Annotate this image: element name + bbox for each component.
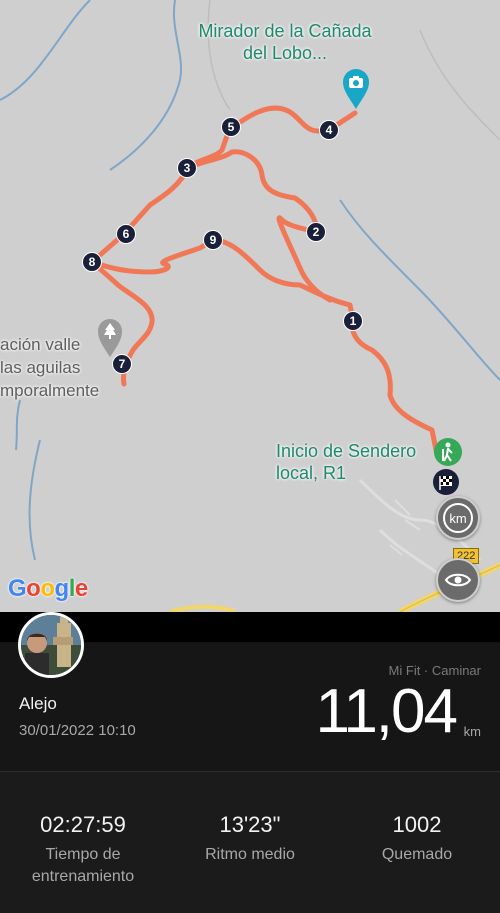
waypoint-marker-6[interactable]: 6 — [116, 224, 136, 244]
road — [389, 499, 421, 556]
distance-unit: km — [463, 724, 481, 739]
stat-pace: 13'23" Ritmo medio — [167, 812, 333, 866]
km-toggle-button[interactable]: km — [436, 496, 480, 540]
waypoint-marker-4[interactable]: 4 — [319, 120, 339, 140]
distance-value: 11,04 — [315, 677, 458, 746]
stat-pace-label: Ritmo medio — [205, 846, 295, 863]
poi-valle-text: ación valle las aguilas mporalmente — [0, 335, 100, 400]
google-logo-e: e — [74, 575, 88, 602]
google-logo-o2: o — [40, 575, 55, 602]
stream — [28, 439, 41, 561]
avatar[interactable] — [18, 612, 84, 678]
waypoint-marker-5[interactable]: 5 — [221, 117, 241, 137]
poi-valle-label[interactable]: ación valle las aguilas mporalmente — [0, 311, 99, 402]
stream — [0, 0, 91, 101]
waypoint-marker-8[interactable]: 8 — [82, 252, 102, 272]
user-name: Alejo — [19, 694, 57, 713]
stat-calories: 1002 Quemado — [334, 812, 500, 866]
stream — [339, 199, 500, 381]
stat-calories-label: Quemado — [381, 846, 453, 863]
waypoint-marker-7[interactable]: 7 — [112, 354, 132, 374]
google-logo-g2: g — [54, 575, 70, 602]
km-label: km — [443, 503, 473, 533]
waypoint-marker-1[interactable]: 1 — [343, 311, 363, 331]
camera-icon[interactable] — [342, 68, 370, 110]
hiker-icon[interactable] — [433, 437, 463, 467]
waypoint-marker-9[interactable]: 9 — [203, 230, 223, 250]
stat-duration-value: 02:27:59 — [40, 812, 126, 837]
road — [378, 528, 441, 577]
map-view[interactable]: 1 2 3 4 5 6 7 8 9 Mirador de la Cañada del Lobo.… — [0, 0, 500, 612]
stats-row: 02:27:59 Tiempo de entrenamiento 13'23" … — [0, 772, 500, 913]
tree-icon[interactable] — [97, 318, 123, 358]
google-logo: Google — [8, 575, 88, 603]
google-logo-g: G — [8, 575, 27, 602]
stat-calories-value: 1002 — [392, 812, 442, 837]
poi-mirador-label[interactable]: Mirador de la Cañada del Lobo... — [185, 20, 385, 64]
stat-duration: 02:27:59 Tiempo de entrenamiento — [0, 812, 166, 888]
stat-pace-value: 13'23" — [219, 812, 281, 837]
poi-inicio-label[interactable]: Inicio de Sendero local, R1 — [276, 440, 436, 484]
route-line — [89, 105, 440, 458]
avatar-image — [21, 615, 81, 675]
eye-icon — [444, 573, 472, 587]
stream — [15, 399, 21, 451]
waypoint-marker-2[interactable]: 2 — [306, 222, 326, 242]
google-logo-o1: o — [26, 575, 41, 602]
stat-duration-label: Tiempo de entrenamiento — [31, 846, 135, 885]
eye-toggle-button[interactable] — [436, 558, 480, 602]
track — [419, 29, 500, 141]
stream — [109, 0, 182, 171]
activity-datetime: 30/01/2022 10:10 — [19, 722, 136, 739]
map-base — [0, 0, 500, 612]
finish-flag-icon[interactable] — [432, 468, 460, 498]
waypoint-marker-3[interactable]: 3 — [177, 158, 197, 178]
